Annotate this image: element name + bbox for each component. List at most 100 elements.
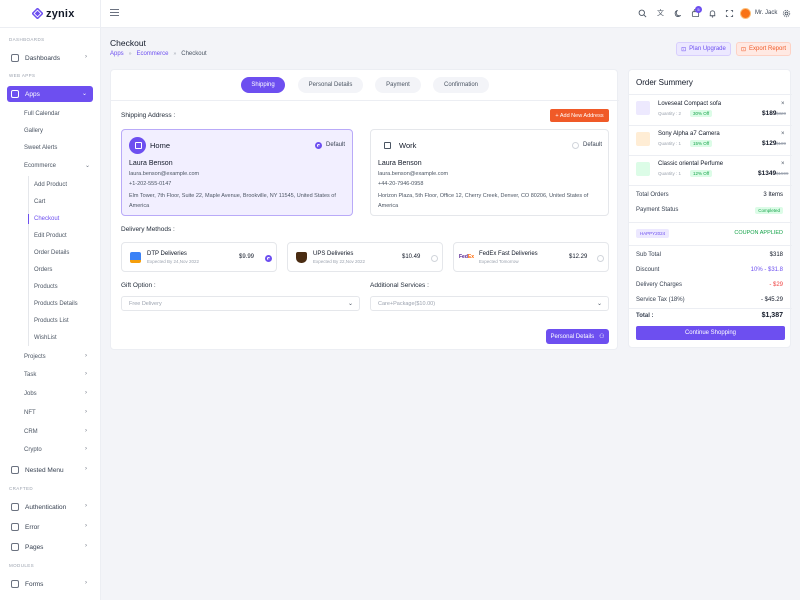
chevron-right-icon: ›	[85, 428, 87, 434]
user-icon: ⚇	[599, 334, 605, 340]
section-label-dashboards: DASHBOARDS	[9, 37, 45, 42]
sidebar-subitem-checkout[interactable]: Checkout	[34, 216, 59, 222]
sidebar-subitem-cart[interactable]: Cart	[34, 199, 45, 205]
sidebar-item-label: Dashboards	[25, 54, 61, 62]
export-report-button[interactable]: ⊡ Export Report	[736, 42, 791, 56]
sidebar-subitem-sweet-alerts[interactable]: Sweet Alerts	[24, 145, 57, 151]
address-default-radio[interactable]	[572, 142, 579, 149]
delivery-charges-label: Delivery Charges	[636, 282, 683, 288]
sidebar-item-dashboards[interactable]: Dashboards ›	[7, 50, 93, 66]
continue-shopping-button[interactable]: Continue Shopping	[636, 326, 785, 340]
coupon-applied-text: COUPON APPLIED	[734, 230, 783, 236]
moon-icon[interactable]	[674, 9, 683, 18]
sidebar-subitem-add-product[interactable]: Add Product	[34, 182, 67, 188]
dtp-logo-icon	[130, 252, 141, 263]
sidebar-subitem-orders[interactable]: Orders	[34, 267, 52, 273]
delivery-option-fedex[interactable]: FedEx FedEx Fast Deliveries Expected Tom…	[453, 242, 609, 272]
menu-toggle-icon[interactable]	[110, 9, 119, 16]
chevron-right-icon: ›	[85, 446, 87, 452]
brand-name: zynix	[46, 7, 75, 20]
address-default-radio[interactable]	[315, 142, 322, 149]
product-thumb-camera	[636, 132, 650, 146]
divider	[629, 94, 792, 95]
sidebar-item-label: Pages	[25, 543, 44, 551]
tab-personal-details[interactable]: Personal Details	[298, 77, 363, 93]
address-text: Elm Tower, 7th Floor, Suite 22, Maple Av…	[129, 193, 336, 209]
sidebar-subitem-crm[interactable]: CRM	[24, 429, 38, 435]
brand-logo[interactable]: zynix	[0, 0, 100, 28]
delivery-name: UPS Deliveries	[313, 251, 354, 257]
product-name[interactable]: Loveseat Compact sofa	[658, 101, 721, 107]
upgrade-icon: ⊡	[681, 46, 687, 53]
tab-payment[interactable]: Payment	[375, 77, 421, 93]
sidebar-subitem-nft[interactable]: NFT	[24, 410, 36, 416]
delivery-option-ups[interactable]: UPS Deliveries Expected By 22,Nov 2022 $…	[287, 242, 443, 272]
plan-upgrade-button[interactable]: ⊡ Plan Upgrade	[676, 42, 731, 56]
product-name[interactable]: Classic oriental Perfume	[658, 161, 723, 167]
breadcrumb-link-apps[interactable]: Apps	[110, 51, 124, 57]
sidebar-subitem-projects[interactable]: Projects	[24, 354, 46, 360]
remove-item-icon[interactable]: ×	[781, 101, 785, 107]
address-type: Home	[150, 141, 171, 150]
sidebar-subitem-task[interactable]: Task	[24, 372, 36, 378]
sidebar-item-error[interactable]: Error ›	[7, 519, 93, 535]
sidebar-subitem-order-details[interactable]: Order Details	[34, 250, 69, 256]
sidebar-item-authentication[interactable]: Authentication ›	[7, 499, 93, 515]
breadcrumb-link-ecommerce[interactable]: Ecommerce	[136, 51, 168, 57]
personal-details-next-button[interactable]: Personal Details ⚇	[546, 329, 609, 344]
error-icon	[11, 523, 19, 531]
delivery-radio[interactable]	[431, 255, 438, 262]
building-icon	[378, 137, 395, 154]
zynix-logo-icon	[32, 8, 43, 19]
sidebar-subitem-full-calendar[interactable]: Full Calendar	[24, 111, 60, 117]
remove-item-icon[interactable]: ×	[781, 131, 785, 137]
product-old-price: $1599	[776, 171, 789, 176]
sidebar-item-apps[interactable]: Apps ⌄	[7, 86, 93, 102]
ups-logo-icon	[296, 252, 307, 263]
sidebar-subitem-ecommerce[interactable]: Ecommerce	[24, 163, 56, 169]
chevron-right-icon: ›	[85, 390, 87, 396]
sidebar-subitem-gallery[interactable]: Gallery	[24, 128, 43, 134]
additional-services-select[interactable]: Care+Package($10.00) ⌄	[370, 296, 609, 311]
sidebar-subitem-products-details[interactable]: Products Details	[34, 301, 78, 307]
sidebar-subitem-crypto[interactable]: Crypto	[24, 447, 42, 453]
sidebar-subitem-jobs[interactable]: Jobs	[24, 391, 37, 397]
user-avatar[interactable]	[740, 8, 751, 19]
add-new-address-button[interactable]: + Add New Address	[550, 109, 609, 122]
sidebar-item-pages[interactable]: Pages ›	[7, 539, 93, 555]
user-name[interactable]: Mr. Jack	[755, 10, 777, 16]
forms-icon	[11, 580, 19, 588]
product-name[interactable]: Sony Alpha a7 Camera	[658, 131, 720, 137]
language-icon[interactable]: 文	[656, 9, 665, 18]
remove-item-icon[interactable]: ×	[781, 161, 785, 167]
product-quantity: Quantity : 1	[658, 141, 682, 146]
gear-icon[interactable]	[782, 9, 791, 18]
address-card-work[interactable]: Work Default Laura Benson laura.benson@e…	[370, 129, 609, 216]
search-icon[interactable]	[638, 9, 647, 18]
sidebar-subitem-products-list[interactable]: Products List	[34, 318, 69, 324]
chevron-right-icon: »	[128, 51, 132, 57]
sidebar-subitem-edit-product[interactable]: Edit Product	[34, 233, 67, 239]
bell-icon[interactable]	[708, 9, 717, 18]
tab-shipping[interactable]: Shipping	[241, 77, 285, 93]
fullscreen-icon[interactable]	[725, 9, 734, 18]
divider	[629, 155, 792, 156]
delivery-option-dtp[interactable]: DTP Deliveries Expected By 24,Nov 2022 $…	[121, 242, 277, 272]
delivery-radio[interactable]	[597, 255, 604, 262]
sidebar-item-label: Forms	[25, 580, 44, 588]
coupon-code-badge: HAPPY2024	[636, 229, 669, 238]
default-label: Default	[583, 142, 603, 148]
service-tax-label: Service Tax (18%)	[636, 297, 685, 303]
sidebar-subitem-products[interactable]: Products	[34, 284, 58, 290]
button-label: Export Report	[749, 46, 787, 52]
sidebar-item-forms[interactable]: Forms ›	[7, 576, 93, 592]
product-quantity: Quantity : 2	[658, 111, 682, 116]
delivery-radio[interactable]	[265, 255, 272, 262]
address-card-home[interactable]: Home Default Laura Benson laura.benson@e…	[121, 129, 353, 216]
sidebar-item-nested-menu[interactable]: Nested Menu ›	[7, 462, 93, 478]
section-label-web-apps: WEB APPS	[9, 73, 36, 78]
divider	[111, 100, 619, 101]
tab-confirmation[interactable]: Confirmation	[433, 77, 489, 93]
gift-option-select[interactable]: Free Delivery ⌄	[121, 296, 360, 311]
sidebar-subitem-wishlist[interactable]: WishList	[34, 335, 57, 341]
